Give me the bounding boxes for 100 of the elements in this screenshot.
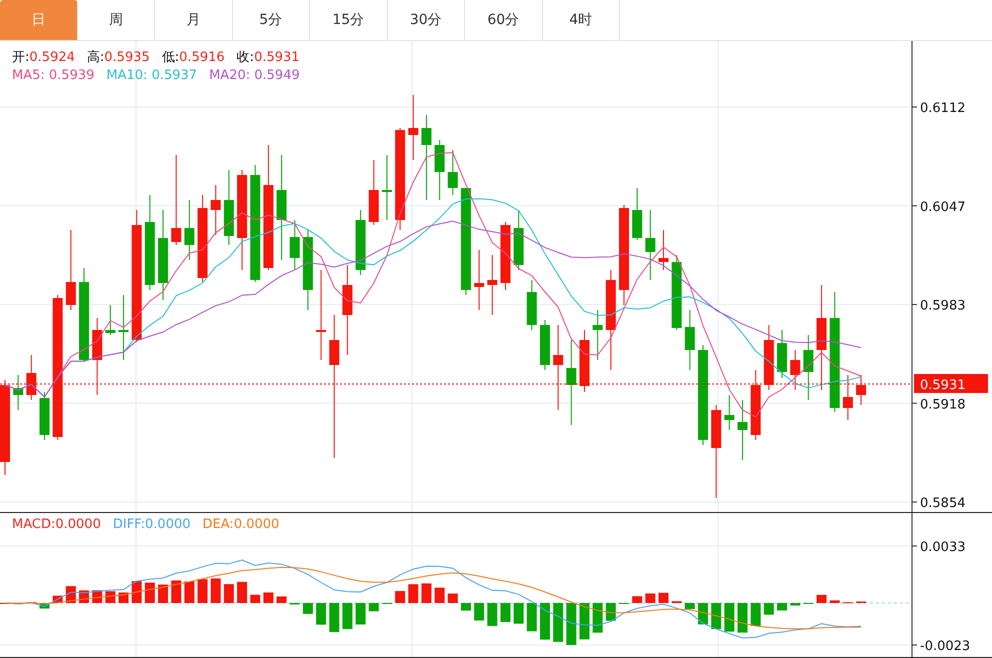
macd-bar <box>514 603 524 624</box>
macd-bar <box>276 596 287 603</box>
candlestick <box>592 310 603 360</box>
macd-bar <box>408 584 418 603</box>
candlestick <box>368 160 379 226</box>
candlestick <box>738 400 748 460</box>
macd-bar <box>738 603 748 633</box>
macd-bar <box>250 594 260 603</box>
candlestick <box>184 200 194 260</box>
candlestick <box>408 94 418 160</box>
ohlc-reading: 收:0.5931 <box>236 49 300 66</box>
macd-bar <box>210 578 221 603</box>
indicator-reading: DEA:0.0000 <box>202 516 280 533</box>
ohlc-reading: 开:0.5924 <box>12 49 75 66</box>
candlestick <box>856 374 866 406</box>
macd-bar <box>460 603 471 611</box>
axis-label: 0.5854 <box>920 496 966 511</box>
candlestick <box>540 320 550 370</box>
candlestick <box>514 210 524 270</box>
candlestick <box>724 394 734 430</box>
macd-bar <box>448 594 458 603</box>
macd-bar <box>184 581 194 603</box>
macd-bar <box>421 583 432 603</box>
macd-bar <box>553 603 564 642</box>
axis-label: -0.0023 <box>920 639 970 654</box>
macd-bar <box>118 592 129 603</box>
candlestick <box>500 222 510 290</box>
candlestick <box>13 374 24 410</box>
macd-bar <box>632 596 642 603</box>
candlestick <box>777 330 788 378</box>
macd-bar <box>342 603 352 630</box>
macd-bar <box>144 582 155 603</box>
candlestick <box>645 210 656 280</box>
macd-bar <box>645 593 656 603</box>
macd-bar <box>579 603 590 640</box>
macd-bar <box>132 581 142 603</box>
candlestick <box>26 354 36 400</box>
candlestick <box>382 154 392 220</box>
candlestick <box>764 324 774 390</box>
macd-bar <box>302 603 313 614</box>
macd-bar <box>764 603 774 615</box>
macd-bar <box>237 582 248 603</box>
axis-label: 0.5983 <box>920 298 966 314</box>
macd-bar <box>368 603 379 612</box>
axis-label: 0.0033 <box>920 540 966 555</box>
macd-bar <box>105 591 116 603</box>
indicator-reading: MACD:0.0000 <box>12 516 101 533</box>
macd-bar <box>658 592 668 603</box>
macd-bar <box>40 603 50 608</box>
macd-bar <box>224 584 234 603</box>
candlestick <box>579 330 590 392</box>
macd-bar <box>198 579 208 603</box>
indicator-reading: DIFF:0.0000 <box>112 516 191 533</box>
macd-bar <box>526 603 537 632</box>
macd-bar <box>592 603 603 633</box>
ohlc-reading: 低:0.5916 <box>162 49 225 66</box>
candlestick <box>448 150 458 196</box>
moving-average-reading: MA10: 0.5937 <box>106 67 198 84</box>
macd-bar <box>500 603 510 622</box>
macd-bar <box>474 603 484 620</box>
macd-bar <box>540 603 550 640</box>
last-price-label: 0.5931 <box>920 378 966 393</box>
axis-label: 0.6112 <box>920 101 966 116</box>
macd-bar <box>158 584 168 603</box>
candlestick <box>803 334 814 400</box>
macd-bar <box>816 594 827 603</box>
candlestick <box>118 294 129 360</box>
candlestick <box>105 304 116 336</box>
candlestick <box>526 280 537 330</box>
macd-bar <box>724 603 734 632</box>
macd-bar <box>171 580 182 603</box>
macd-bar <box>777 603 788 610</box>
macd-bar <box>711 603 722 630</box>
macd-bar <box>263 592 274 603</box>
macd-bar <box>356 603 366 624</box>
macd-bar <box>606 603 616 621</box>
candlestick <box>684 310 695 370</box>
candlestick <box>632 188 642 240</box>
candlestick <box>290 220 300 270</box>
macd-bar <box>329 603 340 632</box>
candlestick <box>750 370 761 440</box>
candlestick <box>356 210 366 276</box>
moving-average-reading: MA5: 0.5939 <box>12 67 94 84</box>
axis-label: 0.6047 <box>920 200 966 215</box>
macd-bar <box>487 603 498 626</box>
candlestick <box>487 254 498 316</box>
candlestick <box>658 230 668 270</box>
macd-bar <box>395 591 406 603</box>
macd-bar <box>790 603 800 606</box>
candlestick <box>434 140 445 200</box>
macd-bar <box>830 600 840 603</box>
macd-bar <box>750 603 761 626</box>
macd-bar <box>316 603 326 625</box>
candlestick <box>210 184 221 236</box>
candlestick <box>474 250 484 310</box>
candlestick <box>842 374 853 420</box>
macd-bar <box>566 603 576 645</box>
macd-bar <box>434 588 445 603</box>
candlestick <box>790 350 800 390</box>
candlestick <box>40 392 50 440</box>
